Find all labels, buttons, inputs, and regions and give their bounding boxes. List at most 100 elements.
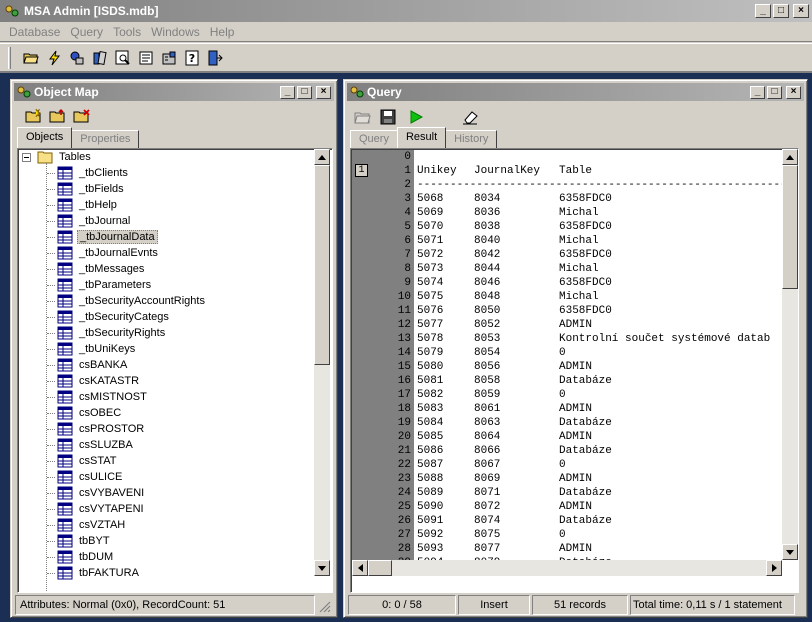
minimize-button[interactable]: _ xyxy=(755,4,771,18)
result-scroll-down-button[interactable] xyxy=(782,544,798,560)
app-icon xyxy=(5,5,19,17)
tree-item[interactable]: _tbSecurityCategs xyxy=(47,309,171,325)
query-minimize-button[interactable]: _ xyxy=(750,85,765,99)
tab-objects[interactable]: Objects xyxy=(17,127,73,148)
tree-item[interactable]: csOBEC xyxy=(47,405,123,421)
new-folder-icon[interactable] xyxy=(25,108,43,124)
line-number: 15 xyxy=(397,361,411,373)
tree-item[interactable]: csPROSTOR xyxy=(47,421,146,437)
result-scroll-right-button[interactable] xyxy=(766,560,782,576)
menu-help[interactable]: Help xyxy=(205,25,240,39)
properties-button[interactable] xyxy=(157,47,180,69)
tree-item[interactable]: _tbSecurityAccountRights xyxy=(47,293,207,309)
open-query-icon[interactable] xyxy=(354,109,372,125)
result-cell: 5071 xyxy=(417,235,444,247)
menu-tools[interactable]: Tools xyxy=(108,25,146,39)
maximize-button[interactable]: □ xyxy=(773,4,789,18)
tree-item[interactable]: csVYBAVENI xyxy=(47,485,146,501)
result-scroll-up-button[interactable] xyxy=(782,149,798,165)
line-number: 17 xyxy=(397,389,411,401)
result-scroll-thumb[interactable] xyxy=(782,165,798,289)
result-hscroll-thumb[interactable] xyxy=(368,560,392,576)
tab-result[interactable]: Result xyxy=(396,127,447,148)
result-cell: 5090 xyxy=(417,501,444,513)
tree-item[interactable]: csVZTAH xyxy=(47,517,127,533)
svg-text:?: ? xyxy=(188,52,194,65)
tree-scroll-down-button[interactable] xyxy=(314,560,330,576)
query-close-button[interactable]: × xyxy=(786,85,801,99)
close-button[interactable]: × xyxy=(793,4,809,18)
result-cell: Michal xyxy=(559,291,599,303)
eraser-icon[interactable] xyxy=(462,109,480,125)
tab-history[interactable]: History xyxy=(445,130,498,148)
resize-grip-icon[interactable] xyxy=(317,599,331,613)
save-icon[interactable] xyxy=(380,109,396,125)
line-number: 27 xyxy=(397,529,411,541)
object-map-title-bar[interactable]: Object Map _ □ × xyxy=(14,83,334,101)
menu-database[interactable]: Database xyxy=(4,25,65,39)
tree-branch xyxy=(47,236,55,238)
query-window: Query _ □ × Query Result History 1 0 1 Uni… xyxy=(343,79,808,618)
tree-scroll-thumb[interactable] xyxy=(314,165,330,365)
tree-item[interactable]: _tbJournalData xyxy=(47,229,158,245)
tree-item[interactable]: csULICE xyxy=(47,469,124,485)
open-folder-button[interactable] xyxy=(19,47,42,69)
query-maximize-button[interactable]: □ xyxy=(767,85,782,99)
tree-item[interactable]: _tbParameters xyxy=(47,277,153,293)
exit-button[interactable] xyxy=(203,47,226,69)
object-tree[interactable]: Tables _tbClients _tbFields _tbHelp _tbJourn… xyxy=(17,148,333,593)
tree-item[interactable]: _tbClients xyxy=(47,165,130,181)
tree-item[interactable]: csBANKA xyxy=(47,357,129,373)
tree-item[interactable]: csKATASTR xyxy=(47,373,141,389)
tree-branch xyxy=(47,412,55,414)
folder-icon xyxy=(37,151,53,164)
menu-windows[interactable]: Windows xyxy=(146,25,205,39)
tree-item[interactable]: csMISTNOST xyxy=(47,389,149,405)
tree-vertical-scrollbar[interactable] xyxy=(314,149,330,576)
run-icon[interactable] xyxy=(408,109,424,125)
search-button[interactable] xyxy=(111,47,134,69)
open-folder-up-icon[interactable] xyxy=(49,108,67,124)
tree-item[interactable]: _tbSecurityRights xyxy=(47,325,167,341)
help-button[interactable]: ? xyxy=(180,47,203,69)
result-horizontal-scrollbar[interactable] xyxy=(352,560,782,576)
tree-item[interactable]: _tbMessages xyxy=(47,261,146,277)
tree-item-label: tbBYT xyxy=(79,535,110,547)
tree-root-tables[interactable]: Tables xyxy=(22,149,93,165)
result-vertical-scrollbar[interactable] xyxy=(782,149,798,560)
tree-item[interactable]: _tbJournalEvnts xyxy=(47,245,160,261)
toolbar-grip[interactable] xyxy=(8,46,11,69)
object-map-close-button[interactable]: × xyxy=(316,85,331,99)
tab-properties[interactable]: Properties xyxy=(71,130,140,148)
result-cell: 5078 xyxy=(417,333,444,345)
tree-item[interactable]: tbDUM xyxy=(47,549,115,565)
books-button[interactable] xyxy=(88,47,111,69)
query-title-bar[interactable]: Query _ □ × xyxy=(347,83,804,101)
result-view[interactable]: 1 0 1 Unikey JournalKey Table 2 --------------… xyxy=(350,148,799,593)
delete-folder-icon[interactable] xyxy=(73,108,91,124)
tree-item-label: tbDUM xyxy=(79,551,114,563)
tree-scroll-up-button[interactable] xyxy=(314,149,330,165)
collapse-icon[interactable] xyxy=(22,152,31,162)
result-scroll-left-button[interactable] xyxy=(352,560,368,576)
connect-icon xyxy=(70,51,83,64)
tree-item[interactable]: csVYTAPENI xyxy=(47,501,146,517)
lightning-button[interactable] xyxy=(42,47,65,69)
connect-button[interactable] xyxy=(65,47,88,69)
menu-query[interactable]: Query xyxy=(65,25,108,39)
tree-item[interactable]: tbBYT xyxy=(47,533,112,549)
object-map-minimize-button[interactable]: _ xyxy=(280,85,295,99)
table-icon xyxy=(57,262,73,276)
tree-item[interactable]: _tbFields xyxy=(47,181,126,197)
tree-item[interactable]: csSLUZBA xyxy=(47,437,135,453)
tree-item[interactable]: csSTAT xyxy=(47,453,118,469)
tree-item[interactable]: _tbHelp xyxy=(47,197,119,213)
tab-query[interactable]: Query xyxy=(350,130,398,148)
result-cell: Databáze xyxy=(559,375,612,387)
app-title-bar[interactable]: MSA Admin [ISDS.mdb] _ □ × xyxy=(0,0,812,22)
report-button[interactable] xyxy=(134,47,157,69)
tree-item[interactable]: _tbJournal xyxy=(47,213,132,229)
object-map-maximize-button[interactable]: □ xyxy=(297,85,312,99)
tree-item[interactable]: tbFAKTURA xyxy=(47,565,141,581)
tree-item[interactable]: _tbUniKeys xyxy=(47,341,137,357)
